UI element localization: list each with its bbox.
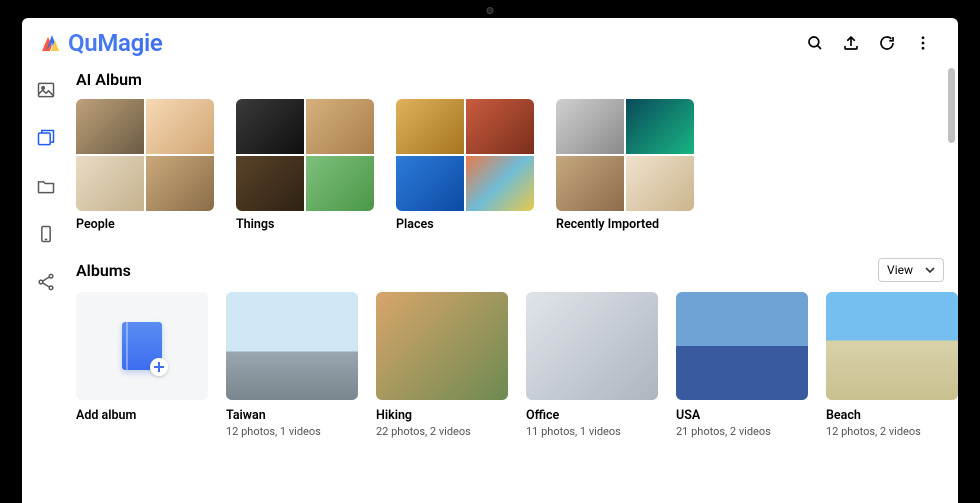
chevron-down-icon bbox=[925, 265, 935, 275]
albums-heading: Albums bbox=[76, 261, 131, 280]
album-thumb bbox=[826, 292, 958, 400]
refresh-icon[interactable] bbox=[878, 34, 896, 52]
search-icon[interactable] bbox=[806, 34, 824, 52]
sidebar-item-photos[interactable] bbox=[36, 80, 56, 100]
ai-album-label: People bbox=[76, 217, 214, 232]
app-title: QuMagie bbox=[68, 29, 163, 57]
ai-album-people[interactable]: People bbox=[76, 99, 214, 232]
sidebar-item-albums[interactable] bbox=[36, 128, 56, 148]
sidebar-item-share[interactable] bbox=[36, 272, 56, 292]
album-card[interactable]: Hiking 22 photos, 2 videos bbox=[376, 292, 508, 438]
album-card[interactable]: Taiwan 12 photos, 1 videos bbox=[226, 292, 358, 438]
album-title: Office bbox=[526, 408, 658, 423]
album-meta: 12 photos, 1 videos bbox=[226, 425, 358, 438]
sidebar bbox=[22, 66, 70, 503]
scrollbar[interactable] bbox=[948, 68, 955, 143]
more-icon[interactable] bbox=[914, 34, 932, 52]
view-dropdown[interactable]: View bbox=[878, 258, 944, 282]
album-meta: 12 photos, 2 videos bbox=[826, 425, 958, 438]
album-card[interactable]: USA 21 photos, 2 videos bbox=[676, 292, 808, 438]
album-title: Beach bbox=[826, 408, 958, 423]
album-title: USA bbox=[676, 408, 808, 423]
main-content: AI Album People Things Places bbox=[70, 66, 958, 503]
album-thumb bbox=[676, 292, 808, 400]
album-meta: 21 photos, 2 videos bbox=[676, 425, 808, 438]
upload-icon[interactable] bbox=[842, 34, 860, 52]
album-meta: 22 photos, 2 videos bbox=[376, 425, 508, 438]
ai-album-places[interactable]: Places bbox=[396, 99, 534, 232]
add-album-icon bbox=[122, 322, 162, 370]
view-dropdown-label: View bbox=[887, 263, 913, 277]
album-thumb bbox=[526, 292, 658, 400]
ai-album-heading: AI Album bbox=[76, 70, 944, 89]
album-thumb bbox=[376, 292, 508, 400]
ai-album-label: Things bbox=[236, 217, 374, 232]
camera-notch bbox=[487, 7, 494, 14]
ai-album-things[interactable]: Things bbox=[236, 99, 374, 232]
plus-icon bbox=[153, 361, 165, 373]
sidebar-item-device[interactable] bbox=[36, 224, 56, 244]
ai-album-label: Recently Imported bbox=[556, 217, 694, 232]
logo-mark-icon bbox=[38, 31, 62, 55]
album-card[interactable]: Office 11 photos, 1 videos bbox=[526, 292, 658, 438]
album-title: Hiking bbox=[376, 408, 508, 423]
toolbar bbox=[806, 34, 942, 52]
album-thumb bbox=[226, 292, 358, 400]
top-bar: QuMagie bbox=[22, 18, 958, 66]
add-album-label: Add album bbox=[76, 408, 208, 423]
album-meta: 11 photos, 1 videos bbox=[526, 425, 658, 438]
album-title: Taiwan bbox=[226, 408, 358, 423]
sidebar-item-folders[interactable] bbox=[36, 176, 56, 196]
ai-album-recent[interactable]: Recently Imported bbox=[556, 99, 694, 232]
add-album-card[interactable]: Add album bbox=[76, 292, 208, 438]
ai-album-label: Places bbox=[396, 217, 534, 232]
album-card[interactable]: Beach 12 photos, 2 videos bbox=[826, 292, 958, 438]
app-logo[interactable]: QuMagie bbox=[38, 29, 163, 57]
